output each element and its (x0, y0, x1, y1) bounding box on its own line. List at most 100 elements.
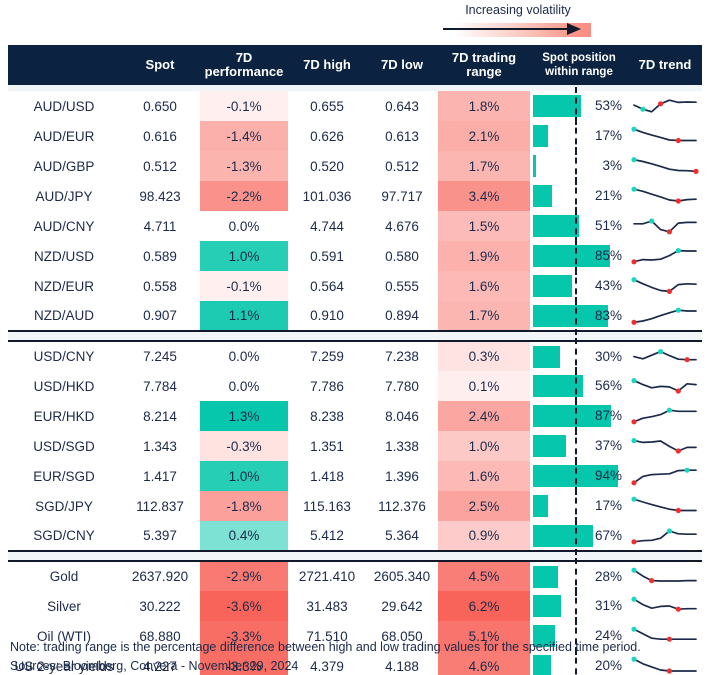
cell-low: 2605.340 (373, 569, 431, 584)
cell-trading-range: 1.6% (438, 271, 530, 301)
group-separator (8, 550, 702, 562)
table-row[interactable]: NZD/EUR 0.558 -0.1% 0.564 0.555 1.6% 43% (8, 267, 702, 305)
cell-spot-position: 56% (530, 367, 628, 405)
cell-spot-position: 51% (530, 207, 628, 245)
table-row[interactable]: Silver 30.222 -3.6% 31.483 29.642 6.2% 31% (8, 587, 702, 625)
table-row[interactable]: AUD/EUR 0.616 -1.4% 0.626 0.613 2.1% 17% (8, 117, 702, 155)
cell-high: 4.744 (310, 218, 344, 234)
cell-trading-range: 3.4% (438, 181, 530, 211)
cell-low: 7.238 (385, 349, 419, 364)
market-data-table: Spot 7D performance 7D high 7D low 7D tr… (8, 45, 702, 675)
position-bar-fill (533, 275, 572, 297)
cell-trend-sparkline (628, 521, 702, 551)
table-row[interactable]: AUD/JPY 98.423 -2.2% 101.036 97.717 3.4% 21% (8, 177, 702, 215)
position-bar-fill (533, 155, 536, 177)
table-row[interactable]: NZD/USD 0.589 1.0% 0.591 0.580 1.9% 85% (8, 237, 702, 275)
column-header-trading-range[interactable]: 7D trading range (438, 45, 530, 85)
table-row[interactable]: AUD/CNY 4.711 0.0% 4.744 4.676 1.5% 51% (8, 207, 702, 245)
cell-low: 7.780 (385, 378, 419, 394)
row-label: SGD/CNY (33, 528, 95, 543)
cell-spot: 0.616 (143, 128, 177, 144)
column-header-performance[interactable]: 7D performance (200, 45, 288, 85)
cell-spot: 0.650 (143, 98, 177, 114)
cell-high: 0.591 (310, 248, 344, 264)
cell-high: 0.626 (310, 128, 344, 144)
cell-trend-sparkline (628, 121, 702, 151)
cell-high: 31.483 (306, 598, 348, 614)
table-row[interactable]: SGD/JPY 112.837 -1.8% 115.163 112.376 2.5% 17% (8, 487, 702, 525)
position-percent-label: 21% (594, 188, 622, 203)
table-row[interactable]: SGD/CNY 5.397 0.4% 5.412 5.364 0.9% 67% (8, 517, 702, 555)
column-header-low[interactable]: 7D low (366, 45, 438, 85)
column-header-spot[interactable]: Spot (120, 45, 200, 85)
cell-spot-position: 87% (530, 397, 628, 435)
cell-spot: 8.214 (143, 408, 177, 424)
cell-performance: 0.4% (200, 521, 288, 551)
table-row[interactable]: EUR/SGD 1.417 1.0% 1.418 1.396 1.6% 94% (8, 457, 702, 495)
cell-spot-position: 28% (530, 558, 628, 596)
cell-high: 0.655 (310, 98, 344, 114)
position-percent-label: 85% (594, 248, 622, 263)
table-row[interactable]: NZD/AUD 0.907 1.1% 0.910 0.894 1.7% 83% (8, 297, 702, 335)
cell-trading-range: 1.8% (438, 91, 530, 121)
cell-performance: 0.0% (200, 371, 288, 401)
row-label: Gold (49, 569, 79, 584)
volatility-arrow-head-icon (567, 23, 581, 35)
cell-trading-range: 1.5% (438, 211, 530, 241)
cell-trend-sparkline (628, 211, 702, 241)
table-row[interactable]: EUR/HKD 8.214 1.3% 8.238 8.046 2.4% 87% (8, 397, 702, 435)
cell-low: 29.642 (381, 598, 423, 614)
column-header-name[interactable] (8, 45, 120, 85)
cell-performance: -0.3% (200, 431, 288, 461)
position-percent-label: 31% (594, 598, 622, 613)
cell-spot: 2637.920 (131, 569, 189, 584)
cell-performance: 0.0% (200, 211, 288, 241)
cell-performance: -1.3% (200, 151, 288, 181)
position-percent-label: 3% (602, 158, 622, 173)
cell-low: 0.512 (385, 158, 419, 174)
position-midpoint-marker (575, 297, 577, 335)
position-percent-label: 83% (594, 308, 622, 323)
table-row[interactable]: USD/HKD 7.784 0.0% 7.786 7.780 0.1% 56% (8, 367, 702, 405)
cell-high: 2721.410 (298, 569, 356, 584)
table-row[interactable]: USD/CNY 7.245 0.0% 7.259 7.238 0.3% 30% (8, 338, 702, 376)
cell-spot: 7.784 (143, 378, 177, 394)
cell-spot: 0.512 (143, 158, 177, 174)
cell-trend-sparkline (628, 241, 702, 271)
position-bar-fill (533, 95, 581, 117)
column-header-high[interactable]: 7D high (288, 45, 366, 85)
cell-performance: -3.6% (200, 591, 288, 621)
cell-trading-range: 0.9% (438, 521, 530, 551)
cell-high: 1.351 (310, 438, 344, 454)
cell-trend-sparkline (628, 341, 702, 371)
cell-high: 8.238 (310, 408, 344, 424)
cell-trading-range: 4.5% (438, 561, 530, 591)
position-percent-label: 87% (594, 408, 622, 423)
cell-low: 1.396 (385, 468, 419, 484)
cell-trend-sparkline (628, 491, 702, 521)
cell-low: 1.338 (385, 438, 419, 454)
position-percent-label: 17% (594, 498, 622, 513)
group-separator (8, 330, 702, 342)
cell-high: 7.786 (310, 378, 344, 394)
position-bar-fill (533, 435, 567, 457)
table-row[interactable]: AUD/USD 0.650 -0.1% 0.655 0.643 1.8% 53% (8, 87, 702, 125)
row-label: AUD/USD (33, 98, 95, 114)
cell-performance: -1.4% (200, 121, 288, 151)
cell-spot-position: 31% (530, 587, 628, 625)
cell-performance: -2.2% (200, 181, 288, 211)
cell-low: 0.555 (385, 278, 419, 294)
cell-trading-range: 1.6% (438, 461, 530, 491)
footer: Note: trading range is the percentage di… (10, 638, 700, 675)
cell-performance: -0.1% (200, 271, 288, 301)
cell-spot-position: 67% (530, 517, 628, 555)
table-row[interactable]: Gold 2637.920 -2.9% 2721.410 2605.340 4.5% 28% (8, 558, 702, 596)
cell-spot: 7.245 (143, 349, 177, 364)
table-row[interactable]: USD/SGD 1.343 -0.3% 1.351 1.338 1.0% 37% (8, 427, 702, 465)
position-bar-fill (533, 595, 561, 617)
column-header-trend[interactable]: 7D trend (628, 45, 702, 85)
column-header-spot-position[interactable]: Spot position within range (530, 45, 628, 85)
table-row[interactable]: AUD/GBP 0.512 -1.3% 0.520 0.512 1.7% 3% (8, 147, 702, 185)
footer-sources: Sources: Bloomberg, Convera - November 2… (10, 659, 299, 673)
position-percent-label: 53% (594, 98, 622, 113)
